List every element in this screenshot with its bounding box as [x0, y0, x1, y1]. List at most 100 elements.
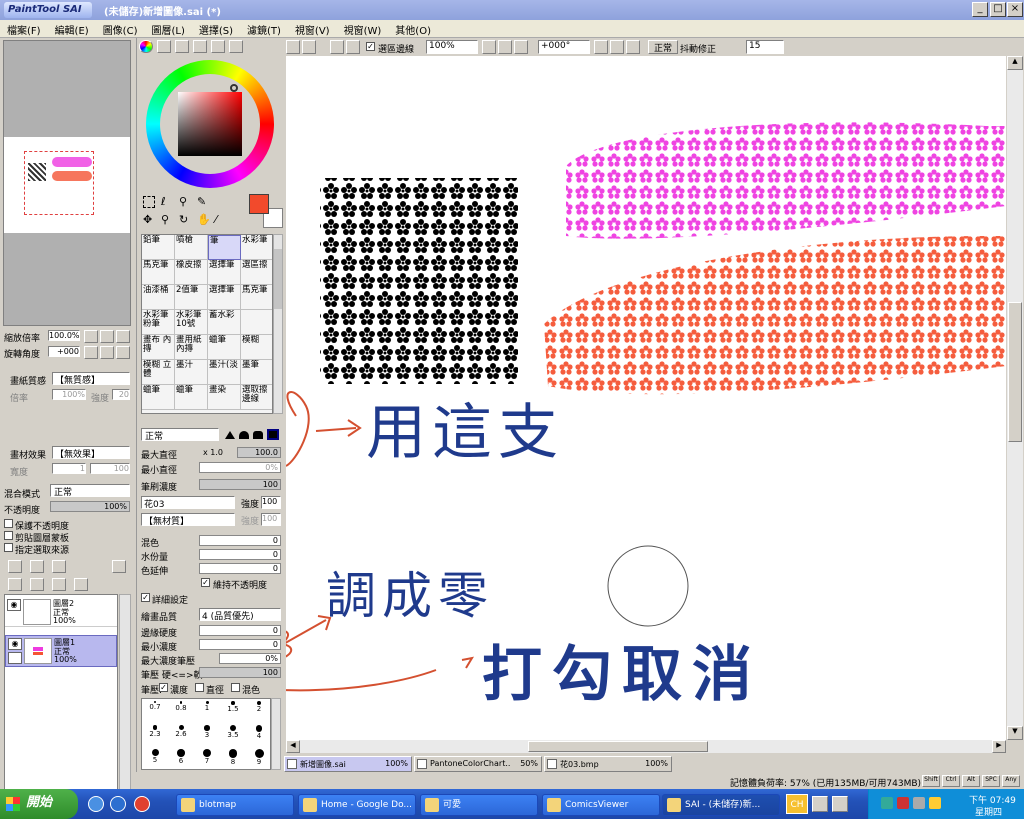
opacity-slider[interactable]: 100% [50, 501, 130, 512]
paper-texture-select[interactable]: 【無質感】 [52, 372, 130, 386]
rotate-cw-icon[interactable] [610, 40, 624, 54]
zoom-fit-icon[interactable] [514, 40, 528, 54]
brush-texture-select[interactable]: 【無材質】 [141, 513, 235, 527]
size-preset[interactable]: 4 [246, 723, 272, 747]
eye-icon[interactable]: ◉ [7, 599, 21, 611]
rect-select-icon[interactable] [143, 196, 155, 208]
menu-item[interactable]: 視窗(W) [337, 20, 389, 39]
brush-tool-slot[interactable]: 水彩筆 [241, 235, 272, 260]
menu-item[interactable]: 濾鏡(T) [240, 20, 288, 39]
new-layer-icon[interactable] [8, 560, 22, 573]
brush-tool-slot[interactable]: 墨筆 [241, 360, 272, 385]
brush-shape-select[interactable]: 花03 [141, 496, 235, 510]
document-tab[interactable]: 花03.bmp 100% [544, 756, 672, 772]
brush-tool-slot[interactable]: 蠟筆 [208, 335, 241, 360]
pressure-density-checkbox[interactable]: ✓ [159, 683, 168, 692]
size-preset[interactable]: 1.5 [220, 699, 246, 723]
help-icon[interactable] [832, 796, 848, 812]
swatch-tab-icon[interactable] [193, 40, 207, 53]
undo-icon[interactable] [286, 40, 300, 54]
layer-item-selected[interactable]: ◉ 圖層1 正常 100% [5, 635, 117, 667]
brush-tool-slot[interactable]: 畫布 內摶 [142, 335, 175, 360]
zoom-in-icon[interactable] [498, 40, 512, 54]
new-folder-icon[interactable] [52, 560, 66, 573]
edge-hardness-slider[interactable]: 0 [199, 625, 281, 636]
size-preset[interactable]: 7 [194, 747, 220, 771]
paper-effect-strength-field[interactable]: 100 [90, 463, 130, 474]
brush-tool-slot[interactable]: 模糊 [241, 335, 272, 360]
rotate-ccw-icon[interactable] [594, 40, 608, 54]
magic-wand-icon[interactable]: ⚲ [179, 196, 191, 208]
zoom-out-button[interactable] [84, 330, 98, 343]
pen-icon[interactable] [8, 652, 22, 664]
color-wheel-tab-icon[interactable] [139, 40, 153, 53]
brush-tool-slot[interactable]: 水彩筆 10號 [175, 310, 208, 335]
brush-tool-slot[interactable]: 畫用紙 內摶 [175, 335, 208, 360]
brush-tool-slot[interactable]: 橡皮擦 [175, 260, 208, 285]
layer-option-checkbox[interactable] [4, 543, 13, 552]
size-preset[interactable]: 5 [142, 747, 168, 771]
tray-security-icon[interactable] [897, 797, 909, 809]
menu-item[interactable]: 圖層(L) [144, 20, 191, 39]
max-density-pressure-slider[interactable]: 0% [219, 653, 281, 664]
size-preset[interactable]: 2.6 [168, 723, 194, 747]
layer-scrollbar[interactable] [119, 594, 131, 808]
mask-icon[interactable] [112, 560, 126, 573]
menu-item[interactable]: 編輯(E) [48, 20, 96, 39]
rotate-left-button[interactable] [84, 346, 98, 359]
pressure-size-checkbox[interactable] [195, 683, 204, 692]
ie-icon[interactable] [88, 796, 104, 812]
menu-item[interactable]: 圖像(C) [96, 20, 145, 39]
zoom-reset-button[interactable] [116, 330, 130, 343]
new-linework-layer-icon[interactable] [30, 560, 44, 573]
brush-tool-slot[interactable]: 選取擦 邊線 [241, 385, 272, 410]
brush-tool-slot[interactable] [241, 310, 272, 335]
layer-item[interactable]: ◉ 圖層2 正常 100% [5, 597, 117, 627]
size-preset[interactable]: 1 [194, 699, 220, 723]
menu-item[interactable]: 其他(O) [388, 20, 438, 39]
keep-opacity-checkbox[interactable]: ✓ [201, 578, 210, 587]
select-edge-checkbox[interactable]: ✓ [366, 42, 375, 51]
rgb-slider-tab-icon[interactable] [157, 40, 171, 53]
brush-tool-slot[interactable]: 水彩筆 粉筆 [142, 310, 175, 335]
clear-layer-icon[interactable] [52, 578, 66, 591]
brush-tool-slot[interactable]: 馬克筆 [142, 260, 175, 285]
texture-strength-field[interactable]: 100 [261, 513, 281, 526]
scratchpad-tab-icon[interactable] [211, 40, 225, 53]
brush-tool-slot[interactable]: 筆 [208, 235, 241, 260]
view-mode-button[interactable]: 正常 [648, 40, 678, 54]
pressure-slider[interactable]: 100 [199, 667, 281, 678]
transfer-down-icon[interactable] [8, 578, 22, 591]
size-preset[interactable]: 3 [194, 723, 220, 747]
layer-list[interactable]: ◉ 圖層2 正常 100% ◉ 圖層1 正常 100% [4, 594, 118, 808]
water-slider[interactable]: 0 [199, 549, 281, 560]
saturation-value-square[interactable] [178, 92, 242, 156]
zoom-out-icon[interactable] [482, 40, 496, 54]
keyboard-icon[interactable] [812, 796, 828, 812]
brush-tool-slot[interactable]: 馬克筆 [241, 285, 272, 310]
layer-option-checkbox[interactable] [4, 531, 13, 540]
size-preset[interactable]: 6 [168, 747, 194, 771]
taskbar-item[interactable]: 可愛 [420, 794, 538, 816]
layer-option-checkbox[interactable] [4, 519, 13, 528]
brush-tool-slot[interactable]: 蠟筆 [175, 385, 208, 410]
taskbar-item[interactable]: ComicsViewer [542, 794, 660, 816]
brush-tool-slot[interactable]: 墨汁 [175, 360, 208, 385]
brush-tool-slot[interactable]: 選區擦 [241, 260, 272, 285]
brush-size-presets[interactable]: 0.7 0.8 1 1.5 2 2.3 2.6 3 3.5 4 5 6 7 8 9 [141, 698, 271, 770]
pressure-blend-checkbox[interactable] [231, 683, 240, 692]
eyedropper-icon[interactable]: ⁄ [215, 214, 227, 226]
lasso-icon[interactable]: ℓ [161, 196, 173, 208]
canvas[interactable]: 用這支 調成零 打勾取消 [286, 56, 1006, 740]
horizontal-scroll-thumb[interactable] [528, 741, 708, 752]
brush-mode-select[interactable]: 正常 [141, 428, 219, 442]
menu-item[interactable]: 檔案(F) [0, 20, 48, 39]
paper-strength-field[interactable]: 20 [112, 389, 130, 400]
max-size-multiplier[interactable]: x 1.0 [203, 448, 223, 457]
scroll-right-icon[interactable]: ▶ [992, 740, 1006, 753]
brush-tool-slot[interactable]: 蠟筆 [142, 385, 175, 410]
brush-grid-scrollbar[interactable] [273, 234, 283, 414]
taskbar-item[interactable]: Home - Google Do... [298, 794, 416, 816]
hue-marker[interactable] [230, 84, 238, 92]
maximize-button[interactable]: □ [990, 2, 1006, 17]
